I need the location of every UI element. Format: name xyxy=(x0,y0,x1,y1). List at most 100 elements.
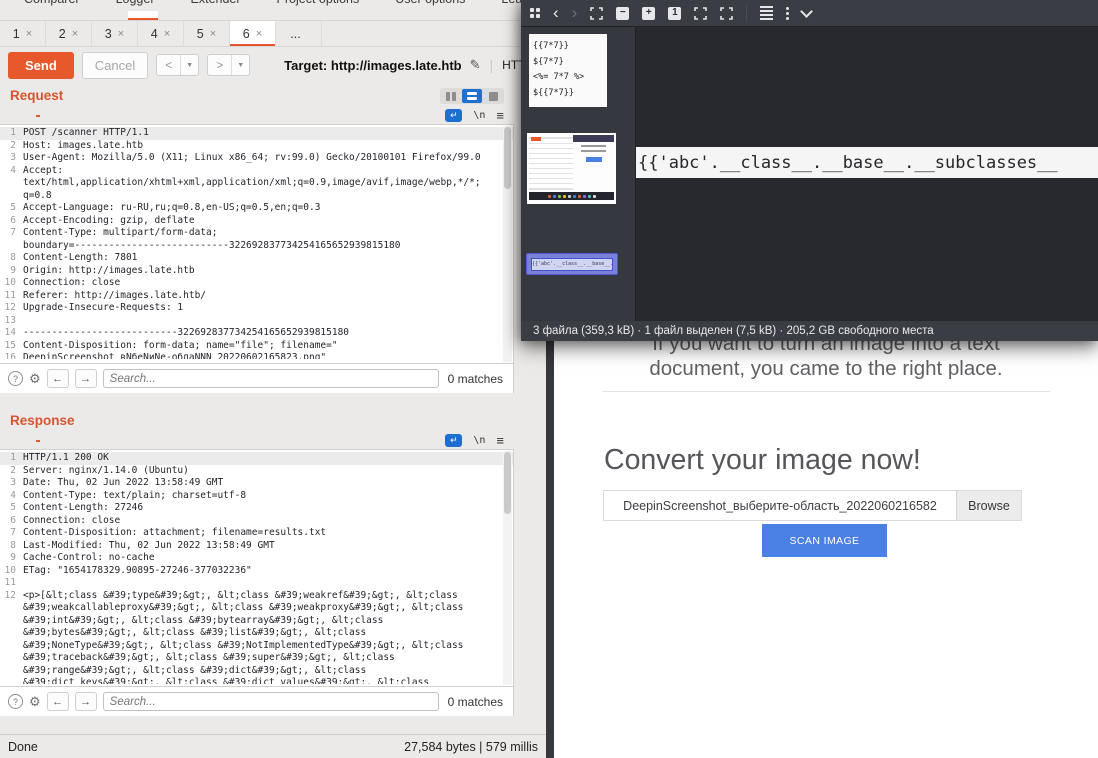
scan-image-button[interactable]: SCAN IMAGE xyxy=(762,524,887,557)
request-line: 16DeepinScreenshot_вÑбеÑиÑе-облаÑÑÑ_2022… xyxy=(0,352,513,359)
request-view-tab[interactable] xyxy=(10,113,14,117)
burp-main-tab[interactable] xyxy=(8,11,38,20)
mini-taskbar xyxy=(529,192,614,200)
response-view-tab[interactable] xyxy=(36,438,40,442)
help-icon[interactable]: ? xyxy=(8,371,23,386)
thumbnail-text-file[interactable]: {{7*7}}${7*7}<%= 7*7 %>${{7*7}} xyxy=(529,34,607,107)
response-scrollbar[interactable] xyxy=(503,451,512,685)
repeater-tab[interactable]: 3× xyxy=(92,21,138,46)
repeater-tab[interactable]: 2× xyxy=(46,21,92,46)
edit-target-pencil-icon[interactable]: ✎ xyxy=(470,57,481,73)
history-forward-split-button[interactable]: > ▼ xyxy=(207,54,250,76)
gear-icon[interactable]: ⚙ xyxy=(29,371,41,387)
line-number: 11 xyxy=(0,577,16,590)
response-view-tab[interactable] xyxy=(62,438,66,442)
browse-button[interactable]: Browse xyxy=(956,491,1021,520)
gear-icon[interactable]: ⚙ xyxy=(29,694,41,710)
line-text: text/html,application/xhtml+xml,applicat… xyxy=(23,177,481,190)
editor-menu-icon[interactable]: ≡ xyxy=(496,108,504,123)
collapse-icon[interactable] xyxy=(800,5,813,18)
repeater-tab[interactable]: 5× xyxy=(184,21,230,46)
line-number: 8 xyxy=(0,252,16,265)
request-scrollbar[interactable] xyxy=(503,126,512,362)
burp-main-tab[interactable] xyxy=(188,11,218,20)
close-tab-icon[interactable]: × xyxy=(210,28,216,40)
search-input[interactable] xyxy=(103,692,439,711)
line-text: Host: images.late.htb xyxy=(23,140,143,153)
burp-top-tab[interactable]: Project options xyxy=(277,0,360,6)
line-number xyxy=(0,640,16,653)
burp-main-tab[interactable] xyxy=(128,11,158,20)
line-number: 9 xyxy=(0,265,16,278)
history-back-split-button[interactable]: < ▼ xyxy=(156,54,199,76)
request-editor[interactable]: 1POST /scanner HTTP/1.1 2Host: images.la… xyxy=(0,124,514,364)
mini-text-line xyxy=(581,145,605,147)
burp-top-tab[interactable]: Comparer xyxy=(24,0,80,6)
thumbnail-screenshot[interactable] xyxy=(527,133,616,204)
nav-forward-icon[interactable]: › xyxy=(572,4,578,21)
burp-suite-window: Comparer Logger Extender Project options Use… xyxy=(0,0,546,758)
burp-main-tab[interactable] xyxy=(98,11,128,20)
search-input[interactable] xyxy=(103,369,439,388)
single-layout-icon[interactable] xyxy=(483,89,503,103)
zoom-out-icon[interactable]: − xyxy=(616,7,629,20)
scrollbar-thumb[interactable] xyxy=(504,452,511,514)
zoom-in-icon[interactable]: + xyxy=(642,7,655,20)
close-tab-icon[interactable]: × xyxy=(256,28,262,40)
fill-window-icon[interactable] xyxy=(720,7,733,20)
line-number xyxy=(0,177,16,190)
convert-heading: Convert your image now! xyxy=(604,444,921,477)
scrollbar-thumb[interactable] xyxy=(504,127,511,189)
panel-splitter[interactable] xyxy=(0,393,546,408)
file-input[interactable]: DeepinScreenshot_выберите-область_202206… xyxy=(603,490,1022,521)
help-icon[interactable]: ? xyxy=(8,694,23,709)
word-wrap-icon[interactable]: ↵ xyxy=(445,434,462,447)
chevron-down-icon[interactable]: ▼ xyxy=(180,55,198,75)
word-wrap-icon[interactable]: ↵ xyxy=(445,109,462,122)
search-prev-button[interactable]: ← xyxy=(47,369,69,388)
image-canvas[interactable]: {{'abc'.__class__.__base__.__subclasses_… xyxy=(636,27,1098,321)
request-view-tab[interactable] xyxy=(62,113,66,117)
close-tab-icon[interactable]: × xyxy=(72,28,78,40)
request-line: 2Host: images.late.htb xyxy=(0,140,513,153)
response-editor[interactable]: 1HTTP/1.1 200 OK 2Server: nginx/1.14.0 (… xyxy=(0,449,514,687)
thumbnail-selected-image[interactable]: {{'abc'.__class__.__base__.__subclasses_… xyxy=(526,253,618,275)
response-view-tab[interactable] xyxy=(10,438,14,442)
zoom-original-icon[interactable]: 1 xyxy=(668,7,681,20)
grid-view-icon[interactable] xyxy=(530,8,540,18)
fit-window-icon[interactable] xyxy=(590,7,603,20)
request-line: 5Accept-Language: ru-RU,ru;q=0.8,en-US;q… xyxy=(0,202,513,215)
close-tab-icon[interactable]: × xyxy=(164,28,170,40)
response-view-tab[interactable] xyxy=(88,438,92,442)
fit-width-icon[interactable] xyxy=(694,7,707,20)
close-tab-icon[interactable]: × xyxy=(26,28,32,40)
burp-main-tab[interactable] xyxy=(68,11,98,20)
nav-back-icon[interactable]: ‹ xyxy=(553,4,559,21)
chevron-down-icon[interactable]: ▼ xyxy=(231,55,249,75)
list-view-icon[interactable] xyxy=(760,6,773,20)
rows-layout-icon[interactable] xyxy=(462,89,482,103)
line-number: 10 xyxy=(0,277,16,290)
repeater-tab[interactable]: 6× xyxy=(230,21,276,46)
editor-menu-icon[interactable]: ≡ xyxy=(496,433,504,448)
burp-main-tab[interactable] xyxy=(158,11,188,20)
search-next-button[interactable]: → xyxy=(75,369,97,388)
burp-top-tab[interactable]: Extender xyxy=(191,0,241,6)
cancel-button[interactable]: Cancel xyxy=(82,52,148,79)
more-options-icon[interactable] xyxy=(786,7,789,20)
repeater-tab[interactable]: 1× xyxy=(0,21,46,46)
repeater-tab-label: 1 xyxy=(13,27,20,41)
send-button[interactable]: Send xyxy=(8,52,74,79)
burp-main-tab[interactable] xyxy=(38,11,68,20)
close-tab-icon[interactable]: × xyxy=(118,28,124,40)
newline-toggle-icon[interactable]: \n xyxy=(473,435,485,446)
columns-layout-icon[interactable] xyxy=(441,89,461,103)
repeater-tab[interactable]: ... xyxy=(276,21,322,46)
request-view-tab[interactable] xyxy=(36,113,40,117)
repeater-tab[interactable]: 4× xyxy=(138,21,184,46)
newline-toggle-icon[interactable]: \n xyxy=(473,110,485,121)
search-prev-button[interactable]: ← xyxy=(47,692,69,711)
search-next-button[interactable]: → xyxy=(75,692,97,711)
burp-top-tab[interactable]: User options xyxy=(395,0,465,6)
burp-top-tab[interactable]: Logger xyxy=(116,0,155,6)
